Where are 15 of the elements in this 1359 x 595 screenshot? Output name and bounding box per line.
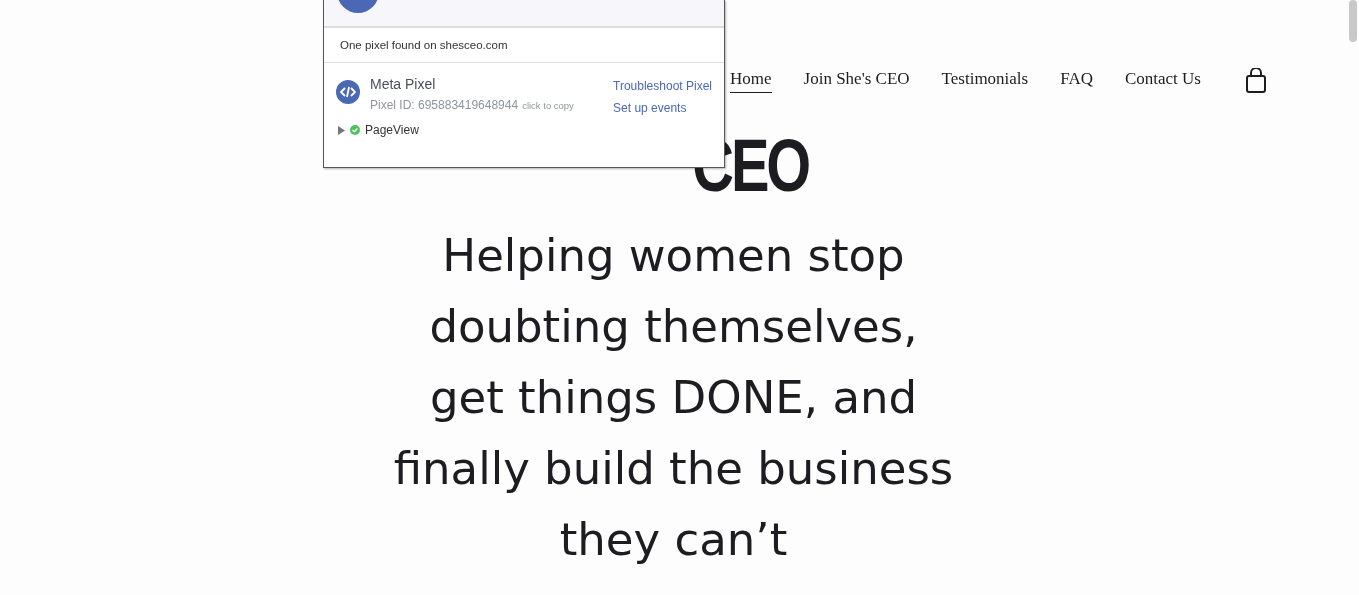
scrollbar-thumb[interactable]	[1349, 0, 1357, 42]
event-name[interactable]: PageView	[365, 123, 419, 137]
hero-tagline: Helping women stop doubting themselves, get things DONE, and finally build the business they can’t	[392, 228, 955, 568]
pixel-link[interactable]: Set up events	[613, 101, 712, 115]
shopping-bag-icon[interactable]	[1245, 68, 1267, 94]
nav-link[interactable]: Home	[730, 69, 772, 93]
nav-link[interactable]: Testimonials	[941, 69, 1029, 93]
pixel-name: Meta Pixel	[370, 76, 437, 92]
code-icon	[336, 80, 360, 104]
nav-link[interactable]: Contact Us	[1124, 69, 1201, 93]
nav-link[interactable]: FAQ	[1060, 69, 1093, 93]
expand-arrow-icon[interactable]	[338, 125, 345, 135]
pixel-link[interactable]: Troubleshoot Pixel	[613, 79, 712, 93]
nav-link[interactable]: Join She's CEO	[803, 69, 910, 93]
pixel-count-text: One pixel found on shesceo.com	[324, 28, 724, 63]
